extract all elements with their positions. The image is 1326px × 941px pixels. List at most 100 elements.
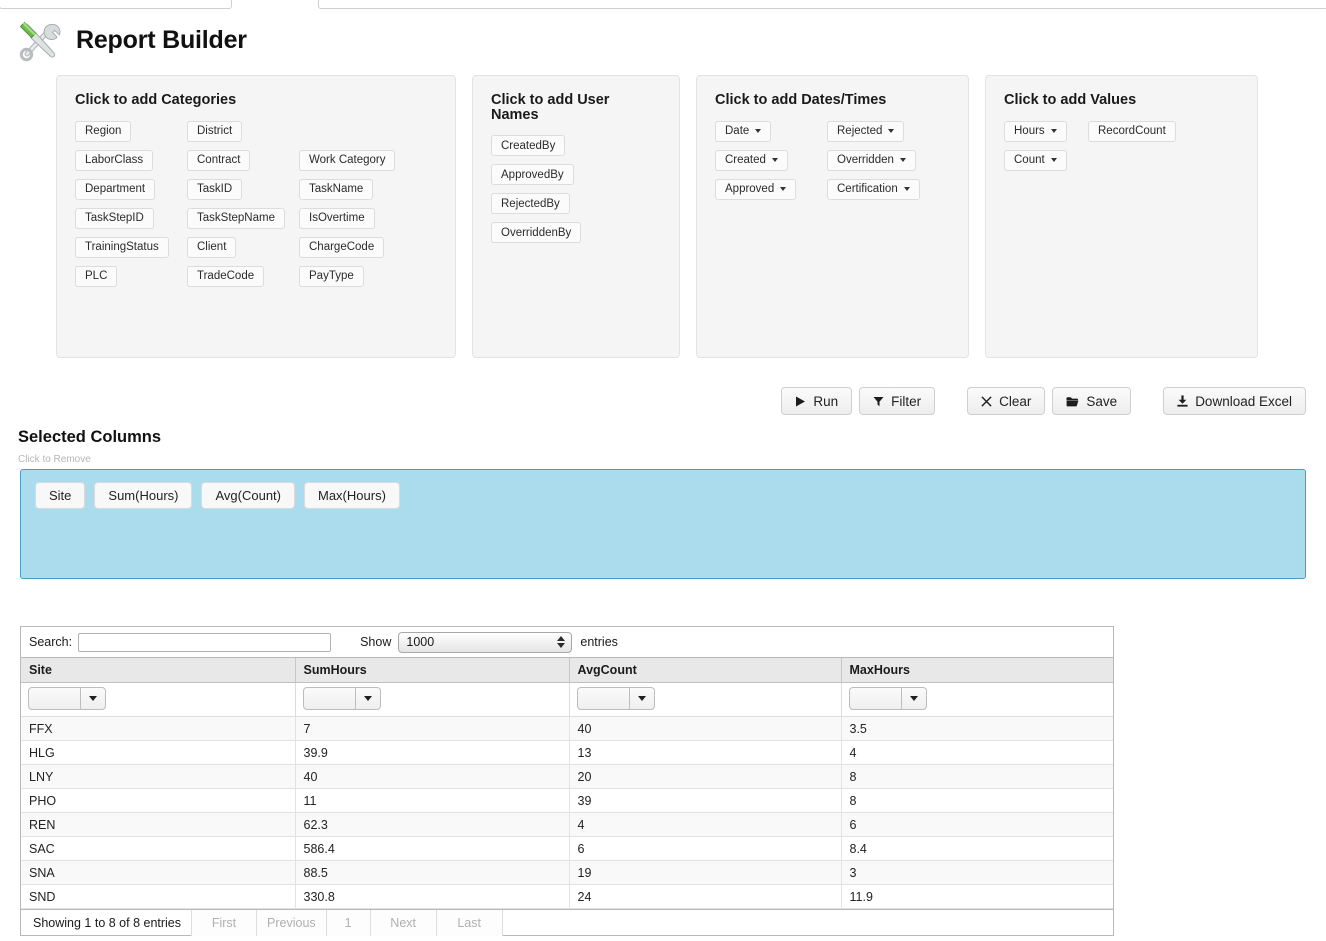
field-chip-taskstepid[interactable]: TaskStepID (75, 207, 154, 229)
action-toolbar: Run Filter Clear Save Download Excel (0, 387, 1306, 415)
download-excel-button[interactable]: Download Excel (1163, 387, 1306, 415)
show-label: Show (360, 635, 392, 649)
caret-up-icon (557, 636, 566, 641)
field-chip-district[interactable]: District (187, 120, 243, 142)
table-row[interactable]: LNY 40 20 8 (21, 764, 1113, 789)
field-chip-laborclass[interactable]: LaborClass (75, 149, 154, 171)
entries-per-page-select[interactable]: 1000 (398, 631, 573, 653)
chevron-down-icon (780, 187, 787, 191)
cell-maxhours: 11.9 (841, 884, 1113, 909)
column-header-site[interactable]: Site (21, 658, 296, 683)
field-chip-overridden[interactable]: Overridden (827, 149, 916, 171)
table-row[interactable]: REN 62.3 4 6 (21, 812, 1113, 837)
field-chip-contract[interactable]: Contract (187, 149, 251, 171)
cell-avgcount: 20 (569, 764, 842, 789)
pagination-last[interactable]: Last (436, 909, 503, 936)
selected-chip-max-hours[interactable]: Max(Hours) (304, 482, 400, 509)
results-table-card: Search: Show 1000 entries Site SumHours … (20, 626, 1114, 936)
clear-button-label: Clear (999, 393, 1032, 409)
selected-columns-chip-list: Site Sum(Hours) Avg(Count) Max(Hours) (35, 482, 1305, 509)
field-chip-count[interactable]: Count (1004, 149, 1067, 171)
field-chip-created-label: Created (725, 154, 766, 166)
field-chip-recordcount[interactable]: RecordCount (1088, 120, 1176, 142)
field-chip-count-label: Count (1014, 154, 1045, 166)
chevron-down-icon (80, 688, 105, 709)
download-excel-button-label: Download Excel (1195, 393, 1292, 409)
field-chip-overridden-label: Overridden (837, 154, 894, 166)
pagination-previous[interactable]: Previous (257, 909, 327, 936)
column-filter-maxhours[interactable] (848, 687, 927, 710)
field-chip-hours[interactable]: Hours (1004, 120, 1067, 142)
field-chip-taskid[interactable]: TaskID (187, 178, 243, 200)
toolbar-group-run: Run Filter (781, 387, 936, 415)
field-chip-rejectedby[interactable]: RejectedBy (491, 193, 570, 214)
field-chip-client[interactable]: Client (187, 236, 237, 258)
run-button[interactable]: Run (781, 387, 853, 415)
cell-site: FFX (21, 716, 296, 741)
field-chip-work-category[interactable]: Work Category (299, 149, 396, 171)
field-chip-paytype[interactable]: PayType (299, 265, 364, 287)
panel-categories: Click to add Categories Region District … (56, 75, 456, 358)
field-chip-certification[interactable]: Certification (827, 178, 920, 200)
column-header-maxhours[interactable]: MaxHours (841, 658, 1113, 683)
cell-maxhours: 6 (841, 812, 1113, 837)
field-chip-tradecode[interactable]: TradeCode (187, 265, 265, 287)
column-header-avgcount[interactable]: AvgCount (569, 658, 842, 683)
field-chip-taskname[interactable]: TaskName (299, 178, 374, 200)
table-row[interactable]: PHO 11 39 8 (21, 788, 1113, 813)
field-chip-isovertime[interactable]: IsOvertime (299, 207, 375, 229)
play-icon (795, 396, 806, 407)
filter-button[interactable]: Filter (859, 387, 936, 415)
table-row[interactable]: SNA 88.5 19 3 (21, 860, 1113, 885)
field-chip-createdby[interactable]: CreatedBy (491, 135, 566, 156)
pagination-next[interactable]: Next (370, 909, 437, 936)
selected-chip-site[interactable]: Site (35, 482, 86, 509)
cell-sumhours: 62.3 (295, 812, 570, 837)
table-row[interactable]: HLG 39.9 13 4 (21, 740, 1113, 765)
column-filter-avgcount[interactable] (576, 687, 655, 710)
cell-site: HLG (21, 740, 296, 765)
pagination-first[interactable]: First (191, 909, 258, 936)
results-table: Site SumHours AvgCount MaxHours FFX 7 40… (21, 658, 1113, 909)
caret-down-icon (557, 643, 566, 648)
table-row[interactable]: FFX 7 40 3.5 (21, 716, 1113, 741)
field-chip-overriddenby[interactable]: OverriddenBy (491, 222, 582, 243)
browser-tab-1[interactable] (0, 0, 232, 9)
field-chip-created[interactable]: Created (715, 149, 788, 171)
column-filter-site[interactable] (28, 687, 106, 710)
toolbar-group-edit: Clear Save (967, 387, 1132, 415)
field-chip-approved-label: Approved (725, 183, 775, 195)
field-chip-date[interactable]: Date (715, 120, 772, 142)
cell-site: SNA (21, 860, 296, 885)
column-header-sumhours[interactable]: SumHours (295, 658, 570, 683)
table-row[interactable]: SND 330.8 24 11.9 (21, 884, 1113, 909)
pagination-page-1[interactable]: 1 (326, 909, 371, 936)
field-chip-plc[interactable]: PLC (75, 265, 118, 287)
field-chip-region[interactable]: Region (75, 120, 132, 142)
field-chip-approvedby[interactable]: ApprovedBy (491, 164, 574, 185)
save-button[interactable]: Save (1052, 387, 1132, 415)
field-chip-rejected[interactable]: Rejected (827, 120, 905, 142)
search-input[interactable] (78, 632, 332, 652)
field-chip-department[interactable]: Department (75, 178, 156, 200)
clear-button[interactable]: Clear (967, 387, 1046, 415)
field-chip-taskstepname[interactable]: TaskStepName (187, 207, 285, 229)
cell-maxhours: 4 (841, 740, 1113, 765)
table-row[interactable]: SAC 586.4 6 8.4 (21, 836, 1113, 861)
page-header: Report Builder (18, 18, 247, 62)
field-chip-trainingstatus[interactable]: TrainingStatus (75, 236, 169, 258)
selected-chip-sum-hours[interactable]: Sum(Hours) (94, 482, 193, 509)
field-chip-approved[interactable]: Approved (715, 178, 797, 200)
selected-chip-avg-count[interactable]: Avg(Count) (201, 482, 295, 509)
cell-sumhours: 586.4 (295, 836, 570, 861)
field-chip-chargecode[interactable]: ChargeCode (299, 236, 385, 258)
cell-maxhours: 8 (841, 764, 1113, 789)
browser-tab-2[interactable] (318, 0, 1326, 9)
chevron-down-icon (354, 688, 380, 709)
column-filter-sumhours[interactable] (302, 687, 381, 710)
cell-sumhours: 7 (295, 716, 570, 741)
selected-columns-dropzone[interactable]: Site Sum(Hours) Avg(Count) Max(Hours) (20, 469, 1306, 579)
cell-avgcount: 4 (569, 812, 842, 837)
chevron-down-icon (628, 688, 654, 709)
field-chip-certification-label: Certification (837, 183, 898, 195)
